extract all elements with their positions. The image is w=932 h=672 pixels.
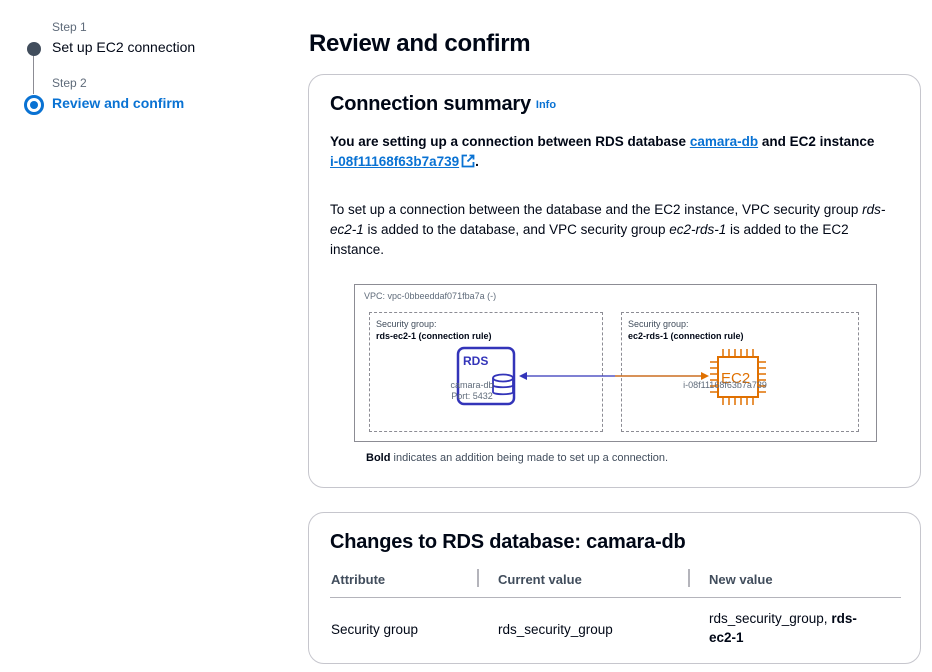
instance-caption: i-08f11168f63b7a739 — [683, 380, 767, 390]
connection-arrow — [519, 372, 709, 380]
db-port: Port: 5432 — [451, 391, 493, 401]
column-header-attribute: Attribute — [331, 572, 386, 587]
summary-intro: You are setting up a connection between … — [330, 132, 900, 172]
connection-summary-card: Connection summary Info You are setting u… — [308, 74, 921, 488]
intro-suffix: . — [475, 154, 479, 169]
connection-diagram: VPC: vpc-0bbeeddaf071fba7a (-) Security … — [354, 284, 877, 442]
cell-attribute: Security group — [331, 622, 419, 637]
new-value-prefix: rds_security_group, — [709, 611, 832, 626]
column-header-current: Current value — [498, 572, 582, 587]
rds-badge-text: RDS — [463, 354, 488, 368]
changes-table-header: Attribute Current value New value — [330, 569, 901, 598]
desc-part-2: is added to the database, and VPC securi… — [363, 222, 670, 237]
diagram-graphics: RDS EC2 — [456, 346, 766, 406]
page-title: Review and confirm — [309, 30, 531, 57]
step-current-icon — [24, 95, 44, 115]
step-2-number: Step 2 — [52, 76, 87, 90]
legend-bold: Bold — [366, 452, 391, 464]
db-link[interactable]: camara-db — [690, 134, 758, 149]
wizard-steps: Step 1 Set up EC2 connection Step 2 Revi… — [0, 0, 290, 672]
column-divider — [477, 569, 479, 587]
step-connector — [33, 54, 34, 94]
connection-summary-title: Connection summary Info — [330, 93, 556, 116]
diagram-legend: Bold indicates an addition being made to… — [366, 452, 668, 464]
legend-text: indicates an addition being made to set … — [390, 452, 669, 464]
step-1-number: Step 1 — [52, 20, 87, 34]
column-header-new: New value — [709, 572, 773, 587]
external-link-icon — [461, 154, 475, 168]
ec2-instance-icon: EC2 — [710, 349, 766, 405]
instance-link[interactable]: i-08f11168f63b7a739 — [330, 154, 475, 169]
cell-new-value: rds_security_group, rds-ec2-1 — [709, 609, 879, 647]
changes-card: Changes to RDS database: camara-db Attri… — [308, 512, 921, 664]
summary-description: To set up a connection between the datab… — [330, 200, 905, 260]
instance-link-text: i-08f11168f63b7a739 — [330, 154, 460, 169]
step-2-title: Review and confirm — [52, 95, 185, 111]
cell-current-value: rds_security_group — [498, 622, 613, 637]
changes-title: Changes to RDS database: camara-db — [330, 531, 686, 553]
intro-prefix: You are setting up a connection between … — [330, 134, 690, 149]
column-divider — [688, 569, 690, 587]
step-completed-icon — [27, 42, 41, 56]
info-link[interactable]: Info — [536, 99, 556, 111]
desc-sg-2: ec2-rds-1 — [669, 222, 727, 237]
connection-summary-heading: Connection summary — [330, 93, 531, 115]
db-caption: camara-db Port: 5432 — [438, 380, 506, 402]
db-name: camara-db — [450, 380, 494, 390]
desc-part-1: To set up a connection between the datab… — [330, 202, 863, 217]
intro-middle: and EC2 instance — [758, 134, 875, 149]
step-1-title[interactable]: Set up EC2 connection — [52, 39, 195, 55]
